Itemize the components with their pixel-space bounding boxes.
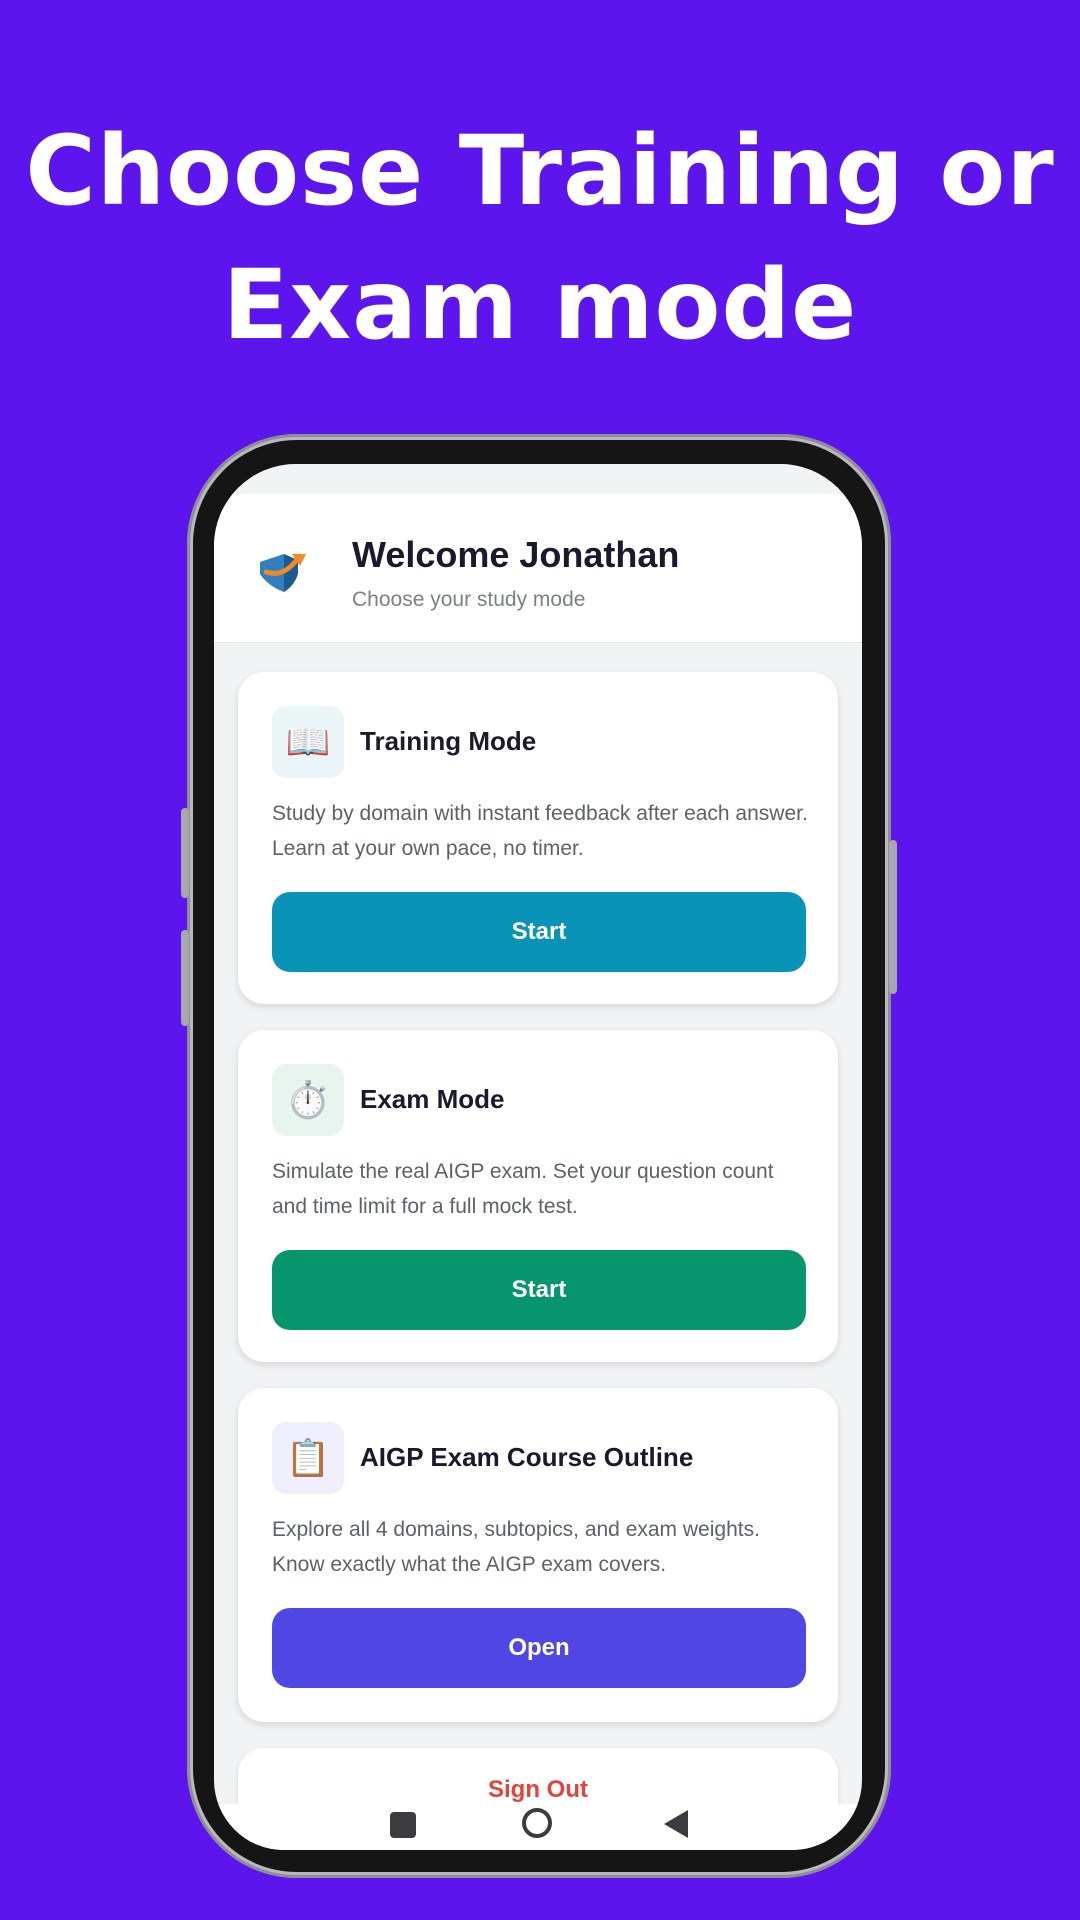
training-start-button[interactable]: Start bbox=[272, 892, 806, 972]
exam-start-button[interactable]: Start bbox=[272, 1250, 806, 1330]
stopwatch-icon: ⏱️ bbox=[272, 1064, 344, 1136]
sign-out-button[interactable]: Sign Out bbox=[238, 1776, 838, 1804]
promo-headline: Choose Training or Exam mode bbox=[0, 104, 1080, 372]
app-screen: Welcome Jonathan Choose your study mode … bbox=[214, 464, 862, 1850]
recent-apps-icon[interactable] bbox=[390, 1812, 416, 1838]
phone-volume-down-button bbox=[181, 930, 189, 1026]
back-icon[interactable] bbox=[664, 1810, 688, 1838]
course-outline-description: Explore all 4 domains, subtopics, and ex… bbox=[272, 1518, 760, 1576]
exam-mode-description: Simulate the real AIGP exam. Set your qu… bbox=[272, 1160, 774, 1218]
headline-line-2: Exam mode bbox=[222, 249, 858, 361]
clipboard-icon: 📋 bbox=[272, 1422, 344, 1494]
exam-mode-card: ⏱️ Exam Mode Simulate the real AIGP exam… bbox=[238, 1030, 838, 1362]
app-logo-icon bbox=[260, 554, 306, 592]
exam-mode-title: Exam Mode bbox=[360, 1084, 505, 1114]
training-mode-description: Study by domain with instant feedback af… bbox=[272, 802, 808, 860]
course-outline-title: AIGP Exam Course Outline bbox=[360, 1442, 694, 1472]
course-outline-open-button[interactable]: Open bbox=[272, 1608, 806, 1688]
phone-volume-up-button bbox=[181, 808, 189, 898]
open-book-icon: 📖 bbox=[272, 706, 344, 778]
status-bar bbox=[214, 464, 862, 494]
course-outline-card: 📋 AIGP Exam Course Outline Explore all 4… bbox=[238, 1388, 838, 1722]
training-mode-card: 📖 Training Mode Study by domain with ins… bbox=[238, 672, 838, 1004]
welcome-subtitle: Choose your study mode bbox=[352, 588, 586, 611]
app-header: Welcome Jonathan Choose your study mode bbox=[214, 494, 862, 643]
android-nav-bar bbox=[214, 1804, 862, 1850]
phone-power-button bbox=[889, 840, 897, 994]
training-mode-title: Training Mode bbox=[360, 726, 537, 756]
welcome-heading: Welcome Jonathan bbox=[352, 534, 680, 575]
home-icon[interactable] bbox=[522, 1808, 552, 1838]
headline-line-1: Choose Training or bbox=[25, 115, 1055, 227]
